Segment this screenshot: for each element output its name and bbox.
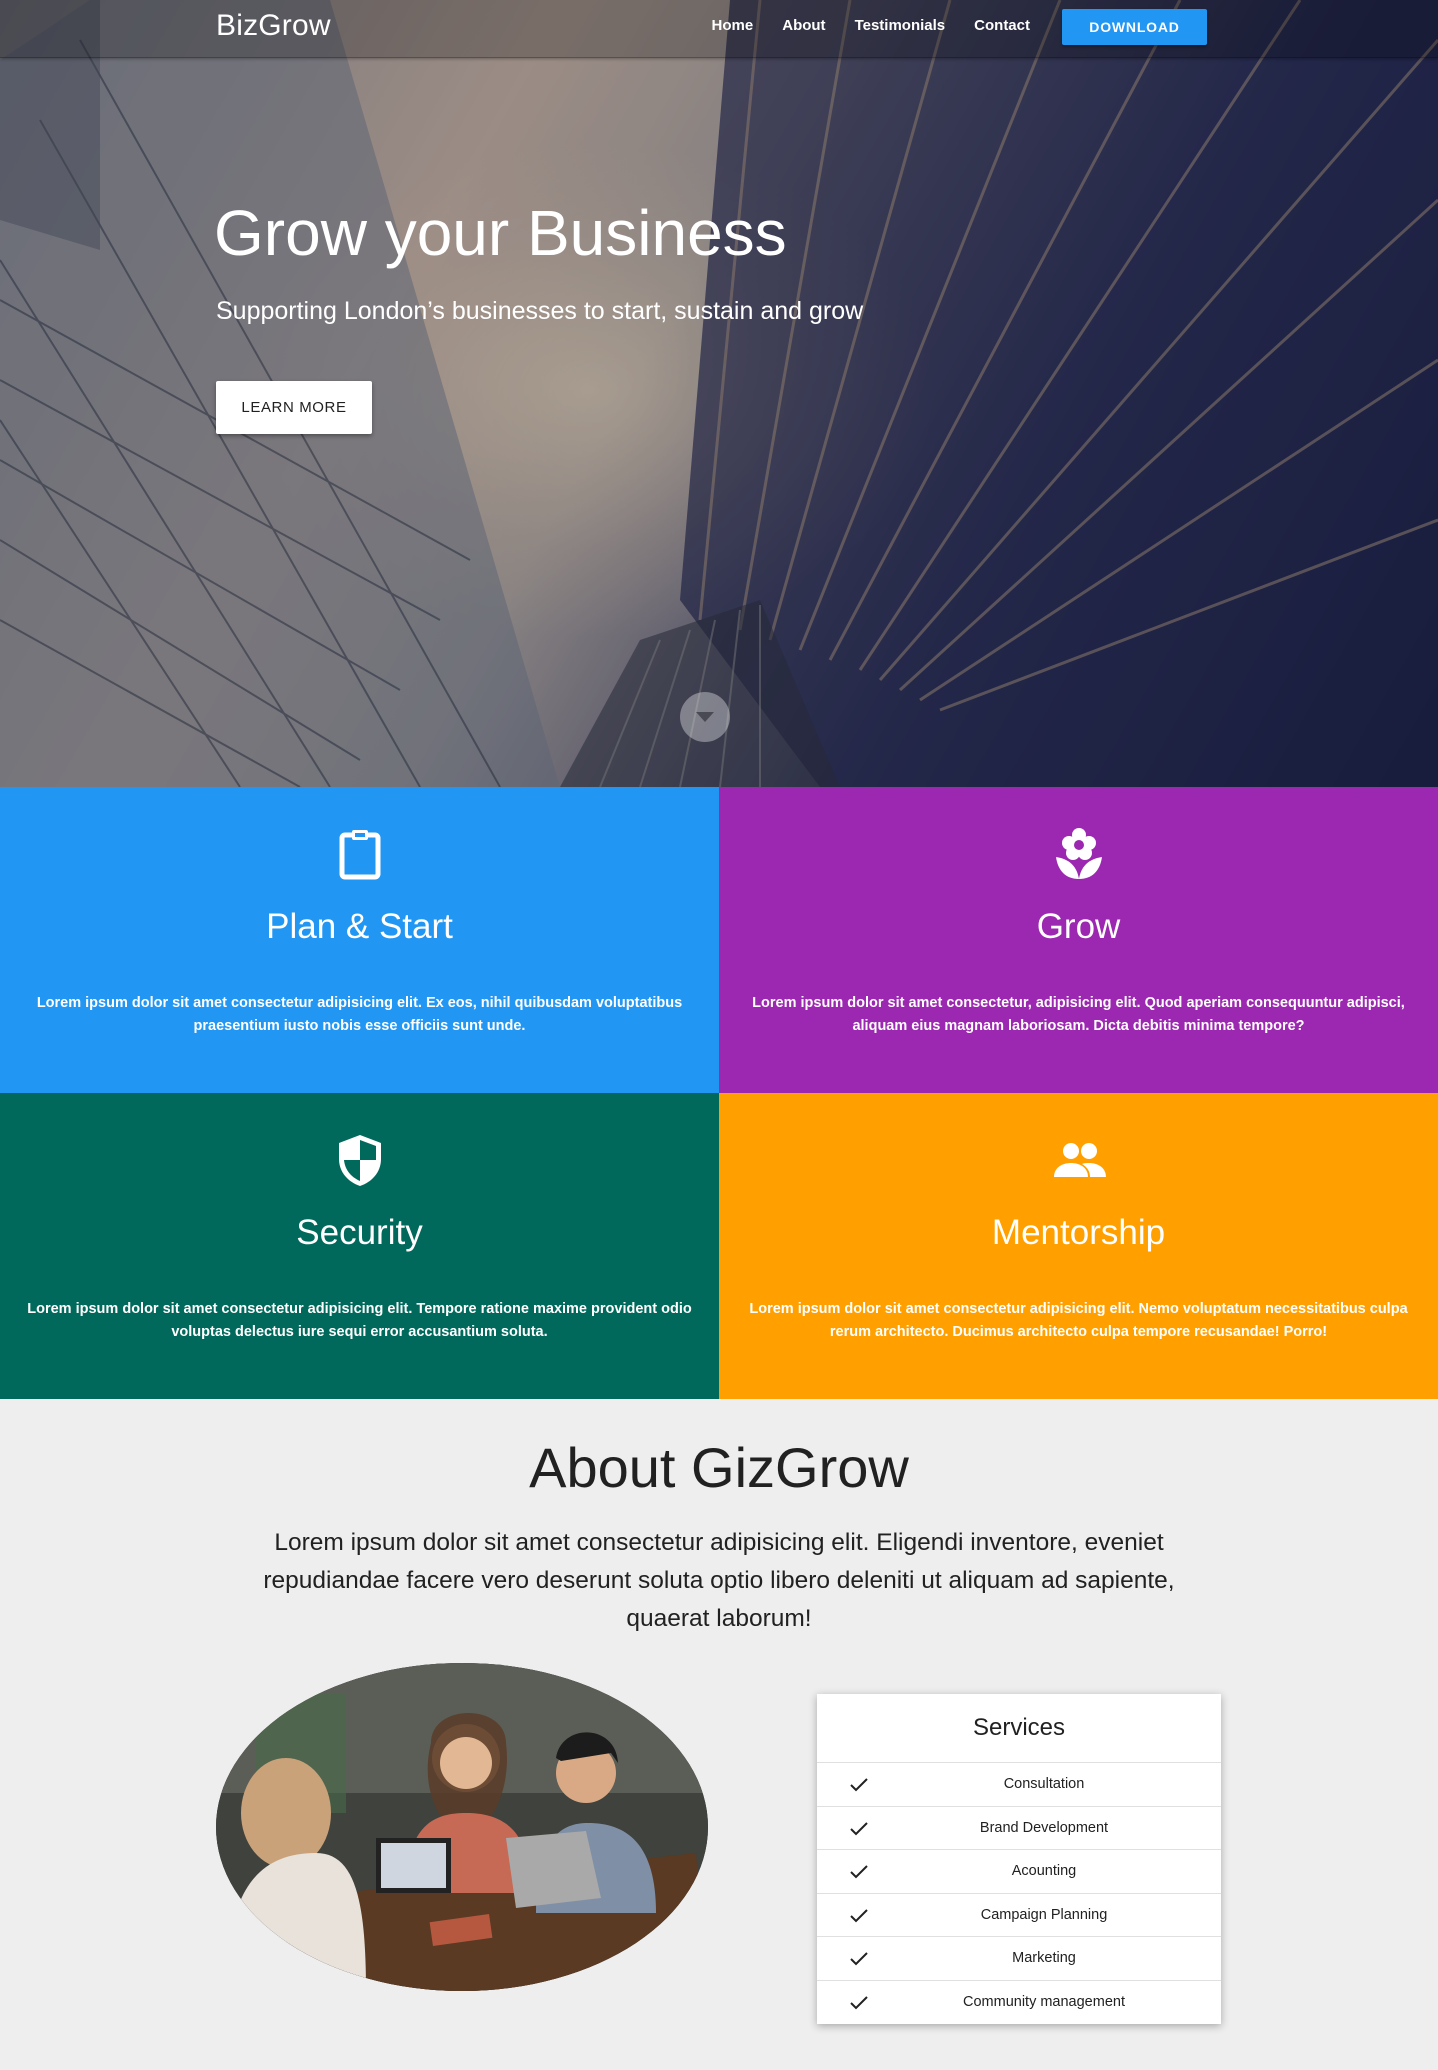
feature-title: Grow [1036, 907, 1121, 946]
hero-title: Grow your Business [214, 197, 787, 269]
service-item: Community management [817, 1981, 1221, 2025]
check-icon [850, 1995, 868, 2009]
nav-link-about[interactable]: About [782, 17, 825, 34]
navbar: BizGrow Home About Testimonials Contact … [0, 0, 1438, 58]
service-label: Brand Development [979, 1819, 1109, 1836]
feature-card-grow: Grow Lorem ipsum dolor sit amet consecte… [719, 787, 1438, 1093]
shield-icon [339, 1135, 381, 1186]
service-label: Consultation [1003, 1776, 1085, 1793]
service-item: Brand Development [817, 1807, 1221, 1850]
scroll-down-button[interactable] [680, 692, 730, 742]
caret-down-icon [696, 712, 714, 722]
nav-link-home[interactable]: Home [712, 17, 754, 34]
team-photo [216, 1663, 708, 1991]
check-icon [850, 1778, 868, 1792]
hero-section: BizGrow Home About Testimonials Contact … [0, 0, 1438, 787]
check-icon [850, 1952, 868, 1966]
people-icon [1054, 1143, 1106, 1177]
service-label: Campaign Planning [980, 1906, 1108, 1923]
nav-link-contact[interactable]: Contact [974, 17, 1030, 34]
feature-title: Security [296, 1213, 423, 1252]
service-item: Consultation [817, 1763, 1221, 1807]
brand-logo[interactable]: BizGrow [216, 9, 331, 43]
nav-links: Home About Testimonials Contact [712, 17, 1030, 34]
feature-text: Lorem ipsum dolor sit amet consectetur a… [27, 1301, 692, 1340]
about-title: About GizGrow [529, 1436, 909, 1499]
service-item: Acounting [817, 1850, 1221, 1894]
services-title: Services [817, 1694, 1221, 1763]
hero-subtitle: Supporting London’s businesses to start,… [216, 297, 864, 325]
feature-text: Lorem ipsum dolor sit amet consectetur, … [752, 995, 1405, 1034]
feature-title: Plan & Start [266, 907, 453, 946]
services-card: Services Consultation Brand Development … [817, 1694, 1221, 2024]
feature-card-mentorship: Mentorship Lorem ipsum dolor sit amet co… [719, 1093, 1438, 1399]
service-label: Marketing [1012, 1950, 1076, 1967]
feature-title: Mentorship [991, 1213, 1166, 1252]
service-label: Community management [963, 1994, 1125, 2011]
check-icon [850, 1908, 868, 1922]
clipboard-icon [339, 830, 381, 880]
nav-link-testimonials[interactable]: Testimonials [855, 17, 946, 34]
learn-more-button[interactable]: LEARN MORE [216, 381, 372, 434]
service-item: Campaign Planning [817, 1894, 1221, 1937]
service-label: Acounting [1011, 1863, 1077, 1880]
check-icon [850, 1821, 868, 1835]
service-item: Marketing [817, 1937, 1221, 1981]
feature-text: Lorem ipsum dolor sit amet consectetur a… [36, 995, 683, 1034]
check-icon [850, 1865, 868, 1879]
feature-card-security: Security Lorem ipsum dolor sit amet cons… [0, 1093, 719, 1399]
feature-text: Lorem ipsum dolor sit amet consectetur a… [749, 1301, 1408, 1340]
features-section: Plan & Start Lorem ipsum dolor sit amet … [0, 787, 1438, 1399]
about-text: Lorem ipsum dolor sit amet consectetur a… [263, 1529, 1175, 1632]
download-button[interactable]: DOWNLOAD [1062, 9, 1207, 45]
flower-icon [1056, 828, 1102, 879]
feature-card-plan: Plan & Start Lorem ipsum dolor sit amet … [0, 787, 719, 1093]
